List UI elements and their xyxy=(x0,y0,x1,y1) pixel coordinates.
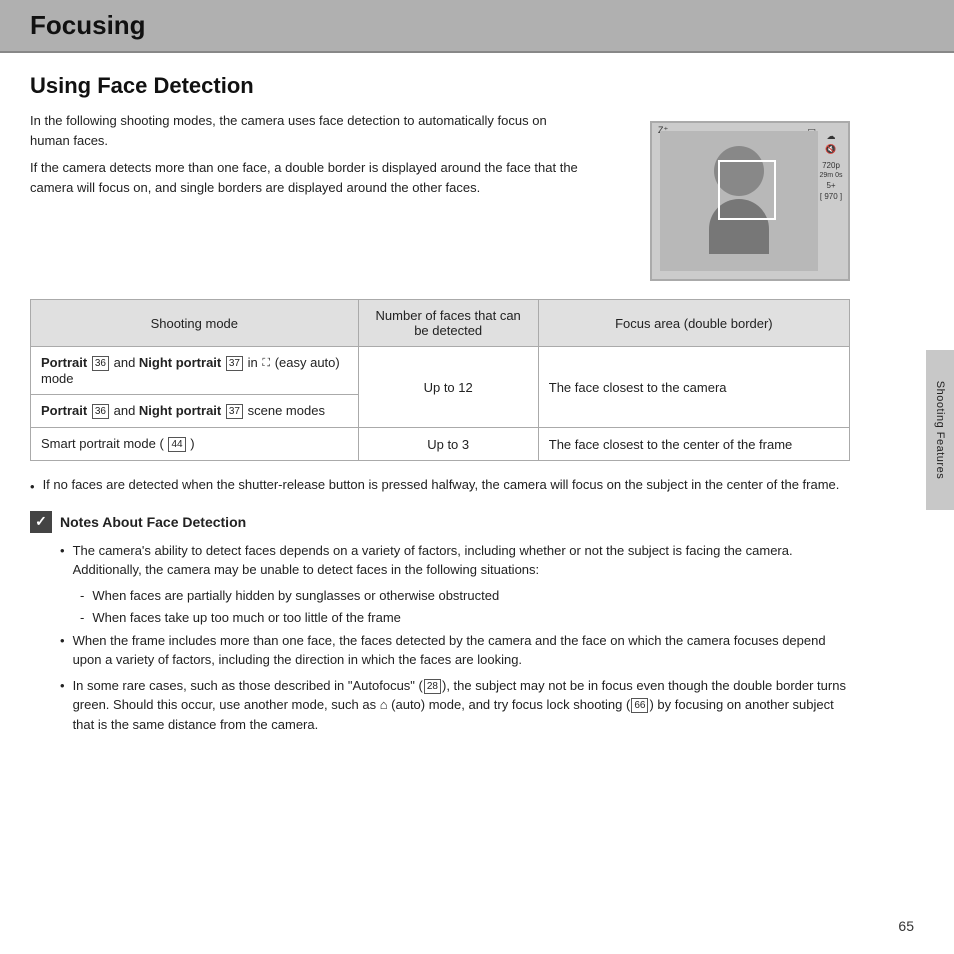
shooting-bold-night-2: Night portrait xyxy=(139,403,221,418)
lcd-person xyxy=(704,146,774,256)
shooting-and-2: and xyxy=(114,403,139,418)
cam-icon-easy-auto: ⛶ xyxy=(262,357,270,370)
notes-section: ✓ Notes About Face Detection • The camer… xyxy=(30,511,850,735)
lcd-icon-2: 🔇 xyxy=(825,144,836,155)
sub-bullet-1: - When faces are partially hidden by sun… xyxy=(30,586,850,606)
header-bar: Focusing xyxy=(0,0,954,53)
lcd-res: 720p xyxy=(822,161,840,170)
notes-text-3: In some rare cases, such as those descri… xyxy=(73,676,850,735)
table-cell-faces-3: Up to 3 xyxy=(358,428,538,461)
notes-bullet-2: • When the frame includes more than one … xyxy=(30,631,850,670)
camera-lcd-image: Z⁺ ▭ ☁ 🔇 720p 29m 0s 5+ [ 970 ] xyxy=(650,121,850,281)
page-number: 65 xyxy=(898,918,914,934)
notes-dot-2: • xyxy=(60,631,65,670)
bullet-text-shutter: If no faces are detected when the shutte… xyxy=(43,475,840,497)
ref-icon-66: 66 xyxy=(631,698,648,713)
table-cell-faces-1-2: Up to 12 xyxy=(358,347,538,428)
table-header-faces: Number of faces that can be detected xyxy=(358,300,538,347)
shooting-bold-portrait-1: Portrait xyxy=(41,355,87,370)
ref-icon-37-2: 37 xyxy=(226,404,243,419)
table-cell-shooting-1: Portrait 36 and Night portrait 37 in ⛶ (… xyxy=(31,347,359,395)
notes-dot-1: • xyxy=(60,541,65,580)
notes-title: Notes About Face Detection xyxy=(60,514,246,530)
notes-text-1: The camera's ability to detect faces dep… xyxy=(73,541,850,580)
ref-icon-37-1: 37 xyxy=(226,356,243,371)
lcd-time: 29m 0s xyxy=(820,172,843,179)
section-title: Using Face Detection xyxy=(30,73,850,99)
ref-icon-28: 28 xyxy=(424,679,441,694)
lcd-icon-1: ☁ xyxy=(827,131,836,142)
table-header-focus: Focus area (double border) xyxy=(538,300,849,347)
notes-bullet-3: • In some rare cases, such as those desc… xyxy=(30,676,850,735)
bullet-dot-1: • xyxy=(30,477,35,497)
notes-text-2: When the frame includes more than one fa… xyxy=(73,631,850,670)
table-row-3: Smart portrait mode ( 44 ) Up to 3 The f… xyxy=(31,428,850,461)
shooting-smart-portrait: Smart portrait mode ( xyxy=(41,436,164,451)
shooting-smart-portrait-end: ) xyxy=(190,436,194,451)
table-cell-shooting-2: Portrait 36 and Night portrait 37 scene … xyxy=(31,395,359,428)
ref-icon-36-2: 36 xyxy=(92,404,109,419)
intro-block: In the following shooting modes, the cam… xyxy=(30,111,630,203)
lcd-mode: 5+ xyxy=(826,181,835,190)
shooting-bold-night-1: Night portrait xyxy=(139,355,221,370)
shooting-suffix-1: in xyxy=(248,355,262,370)
side-tab: Shooting Features xyxy=(926,350,954,510)
side-tab-label: Shooting Features xyxy=(934,381,946,479)
table-cell-focus-3: The face closest to the center of the fr… xyxy=(538,428,849,461)
lcd-shots: [ 970 ] xyxy=(820,192,842,201)
table-row-1: Portrait 36 and Night portrait 37 in ⛶ (… xyxy=(31,347,850,395)
table-cell-shooting-3: Smart portrait mode ( 44 ) xyxy=(31,428,359,461)
ref-icon-36-1: 36 xyxy=(92,356,109,371)
table-header-shooting: Shooting mode xyxy=(31,300,359,347)
focus-box xyxy=(718,160,776,220)
notes-bullet-1: • The camera's ability to detect faces d… xyxy=(30,541,850,580)
sub-dash-1: - xyxy=(80,586,84,606)
table-cell-focus-1-2: The face closest to the camera xyxy=(538,347,849,428)
sub-bullet-2: - When faces take up too much or too lit… xyxy=(30,608,850,628)
notes-check-icon: ✓ xyxy=(30,511,52,533)
intro-paragraph-1: In the following shooting modes, the cam… xyxy=(30,111,590,150)
bullet-item-shutter: • If no faces are detected when the shut… xyxy=(30,475,850,497)
notes-dot-3: • xyxy=(60,676,65,735)
intro-paragraph-2: If the camera detects more than one face… xyxy=(30,158,590,197)
sub-text-2: When faces take up too much or too littl… xyxy=(92,608,401,628)
notes-header: ✓ Notes About Face Detection xyxy=(30,511,850,533)
lcd-right-icons: ☁ 🔇 720p 29m 0s 5+ [ 970 ] xyxy=(818,131,844,271)
page-title: Focusing xyxy=(30,10,924,41)
sub-dash-2: - xyxy=(80,608,84,628)
bullet-section: • If no faces are detected when the shut… xyxy=(30,475,850,497)
shooting-bold-portrait-2: Portrait xyxy=(41,403,87,418)
shooting-and-1: and xyxy=(114,355,139,370)
shooting-suffix-2: scene modes xyxy=(248,403,325,418)
ref-icon-44: 44 xyxy=(168,437,185,452)
lcd-inner xyxy=(660,131,818,271)
sub-text-1: When faces are partially hidden by sungl… xyxy=(92,586,499,606)
main-content: Using Face Detection In the following sh… xyxy=(0,53,880,760)
top-section: In the following shooting modes, the cam… xyxy=(30,111,850,281)
detection-table: Shooting mode Number of faces that can b… xyxy=(30,299,850,461)
